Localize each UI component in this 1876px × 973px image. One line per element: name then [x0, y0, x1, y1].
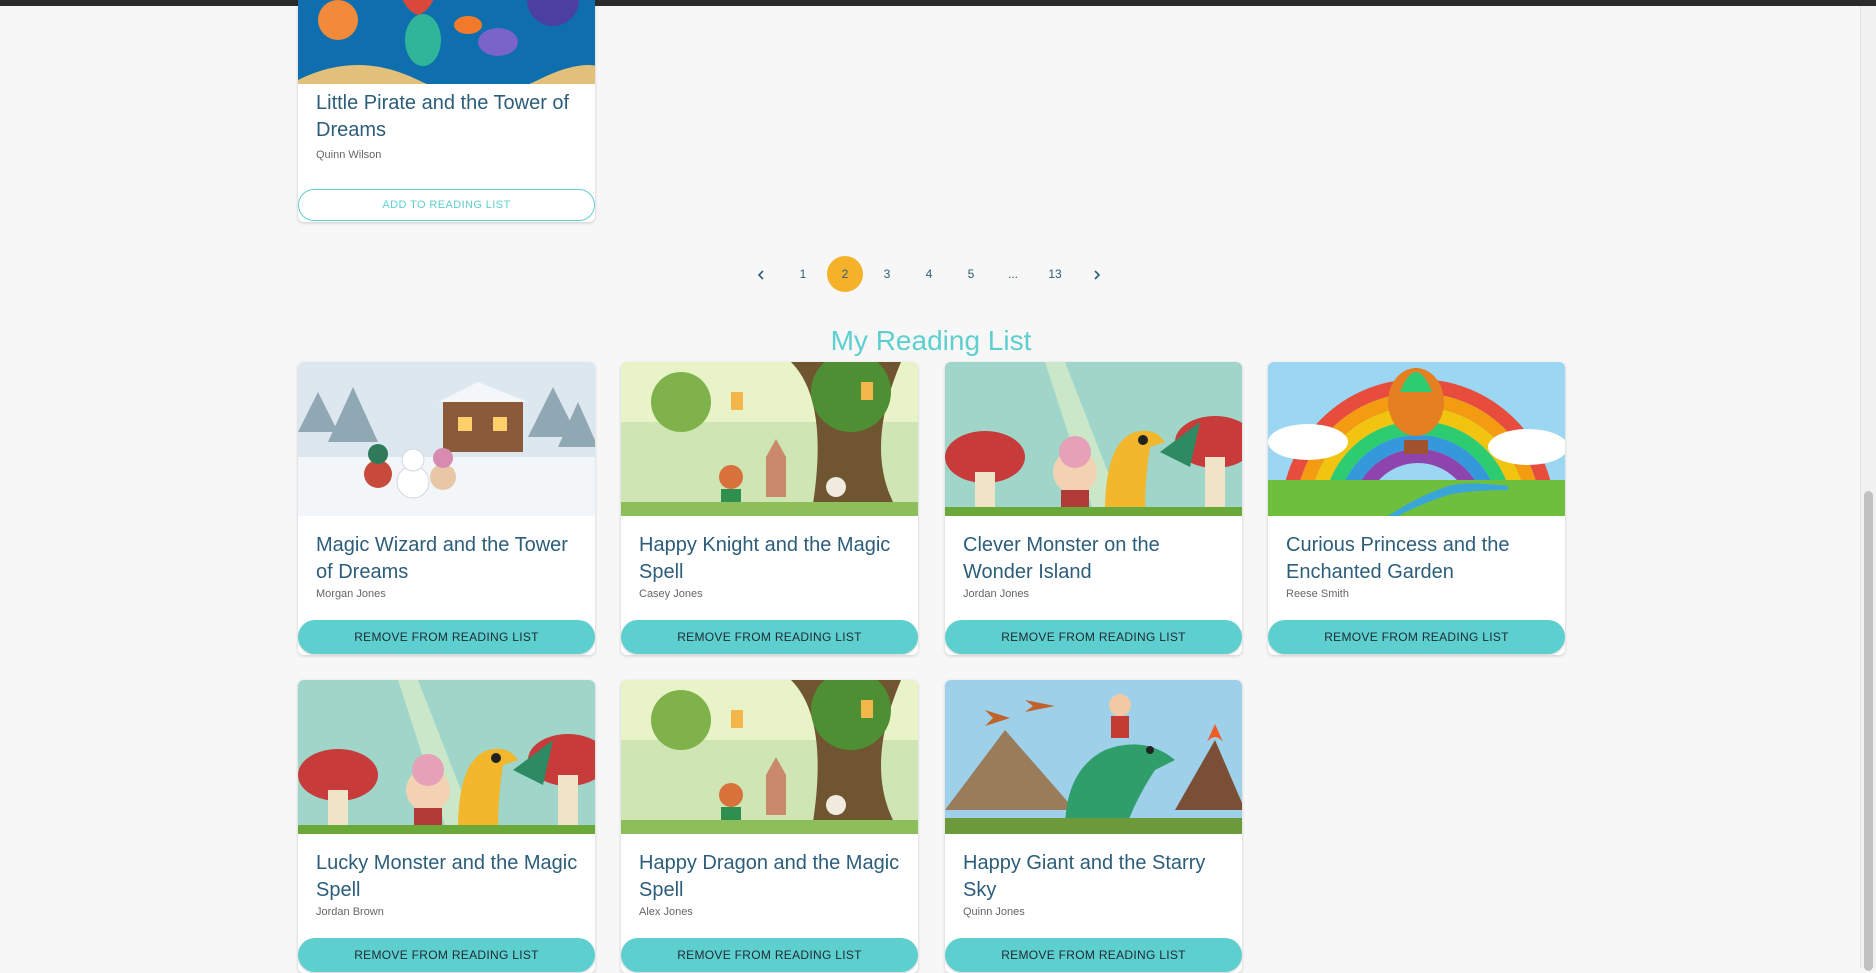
book-card: Little Pirate and the Tower of Dreams Qu…	[298, 0, 595, 222]
remove-from-reading-list-button[interactable]: REMOVE FROM READING LIST	[1268, 620, 1565, 654]
book-title[interactable]: Happy Dragon and the Magic Spell	[639, 850, 901, 904]
remove-from-reading-list-button[interactable]: REMOVE FROM READING LIST	[945, 620, 1242, 654]
next-page-button[interactable]	[1079, 256, 1115, 292]
book-title[interactable]: Clever Monster on the Wonder Island	[963, 532, 1225, 586]
pagination-ellipsis: ...	[1007, 267, 1018, 281]
book-cover-image[interactable]	[298, 680, 595, 834]
page-3-button[interactable]: 3	[869, 256, 905, 292]
book-author: Alex Jones	[639, 906, 693, 918]
add-to-reading-list-button[interactable]: ADD TO READING LIST	[298, 189, 595, 221]
book-author: Jordan Jones	[963, 588, 1030, 600]
reading-list-heading: My Reading List	[830, 325, 1032, 356]
page-13-button[interactable]: 13	[1037, 256, 1073, 292]
page-scrollbar[interactable]	[1860, 6, 1876, 971]
book-author: Reese Smith	[1286, 588, 1349, 600]
reading-list-card: Clever Monster on the Wonder Island Jord…	[945, 362, 1242, 655]
book-title[interactable]: Curious Princess and the Enchanted Garde…	[1286, 532, 1548, 586]
book-title[interactable]: Little Pirate and the Tower of Dreams	[316, 90, 578, 144]
book-title[interactable]: Happy Giant and the Starry Sky	[963, 850, 1225, 904]
book-author: Casey Jones	[639, 588, 703, 600]
reading-list-card: Happy Dragon and the Magic Spell Alex Jo…	[621, 680, 918, 973]
book-author: Morgan Jones	[316, 588, 386, 600]
book-cover-image[interactable]	[298, 362, 595, 516]
scrollbar-thumb[interactable]	[1864, 491, 1873, 971]
remove-from-reading-list-button[interactable]: REMOVE FROM READING LIST	[621, 938, 918, 972]
remove-from-reading-list-button[interactable]: REMOVE FROM READING LIST	[298, 620, 595, 654]
reading-list-card: Happy Knight and the Magic Spell Casey J…	[621, 362, 918, 655]
chevron-right-icon	[1094, 270, 1101, 280]
book-title[interactable]: Lucky Monster and the Magic Spell	[316, 850, 578, 904]
book-cover-image[interactable]	[945, 680, 1242, 834]
book-author: Quinn Jones	[963, 906, 1025, 918]
reading-list-card: Happy Giant and the Starry Sky Quinn Jon…	[945, 680, 1242, 973]
page-4-button[interactable]: 4	[911, 256, 947, 292]
book-cover-image[interactable]	[1268, 362, 1565, 516]
page-1-button[interactable]: 1	[785, 256, 821, 292]
book-title[interactable]: Magic Wizard and the Tower of Dreams	[316, 532, 578, 586]
book-author: Jordan Brown	[316, 906, 384, 918]
remove-from-reading-list-button[interactable]: REMOVE FROM READING LIST	[621, 620, 918, 654]
prev-page-button[interactable]	[743, 256, 779, 292]
book-title[interactable]: Happy Knight and the Magic Spell	[639, 532, 901, 586]
book-cover-image[interactable]	[621, 680, 918, 834]
reading-list-card: Lucky Monster and the Magic Spell Jordan…	[298, 680, 595, 973]
page-2-button-current[interactable]: 2	[827, 256, 863, 292]
book-cover-image[interactable]	[298, 0, 595, 84]
book-cover-image[interactable]	[945, 362, 1242, 516]
book-cover-image[interactable]	[621, 362, 918, 516]
reading-list-card: Curious Princess and the Enchanted Garde…	[1268, 362, 1565, 655]
reading-list-card: Magic Wizard and the Tower of Dreams Mor…	[298, 362, 595, 655]
chevron-left-icon	[757, 270, 764, 280]
page-5-button[interactable]: 5	[953, 256, 989, 292]
book-author: Quinn Wilson	[316, 149, 382, 161]
remove-from-reading-list-button[interactable]: REMOVE FROM READING LIST	[298, 938, 595, 972]
browser-top-edge	[0, 0, 1876, 6]
remove-from-reading-list-button[interactable]: REMOVE FROM READING LIST	[945, 938, 1242, 972]
